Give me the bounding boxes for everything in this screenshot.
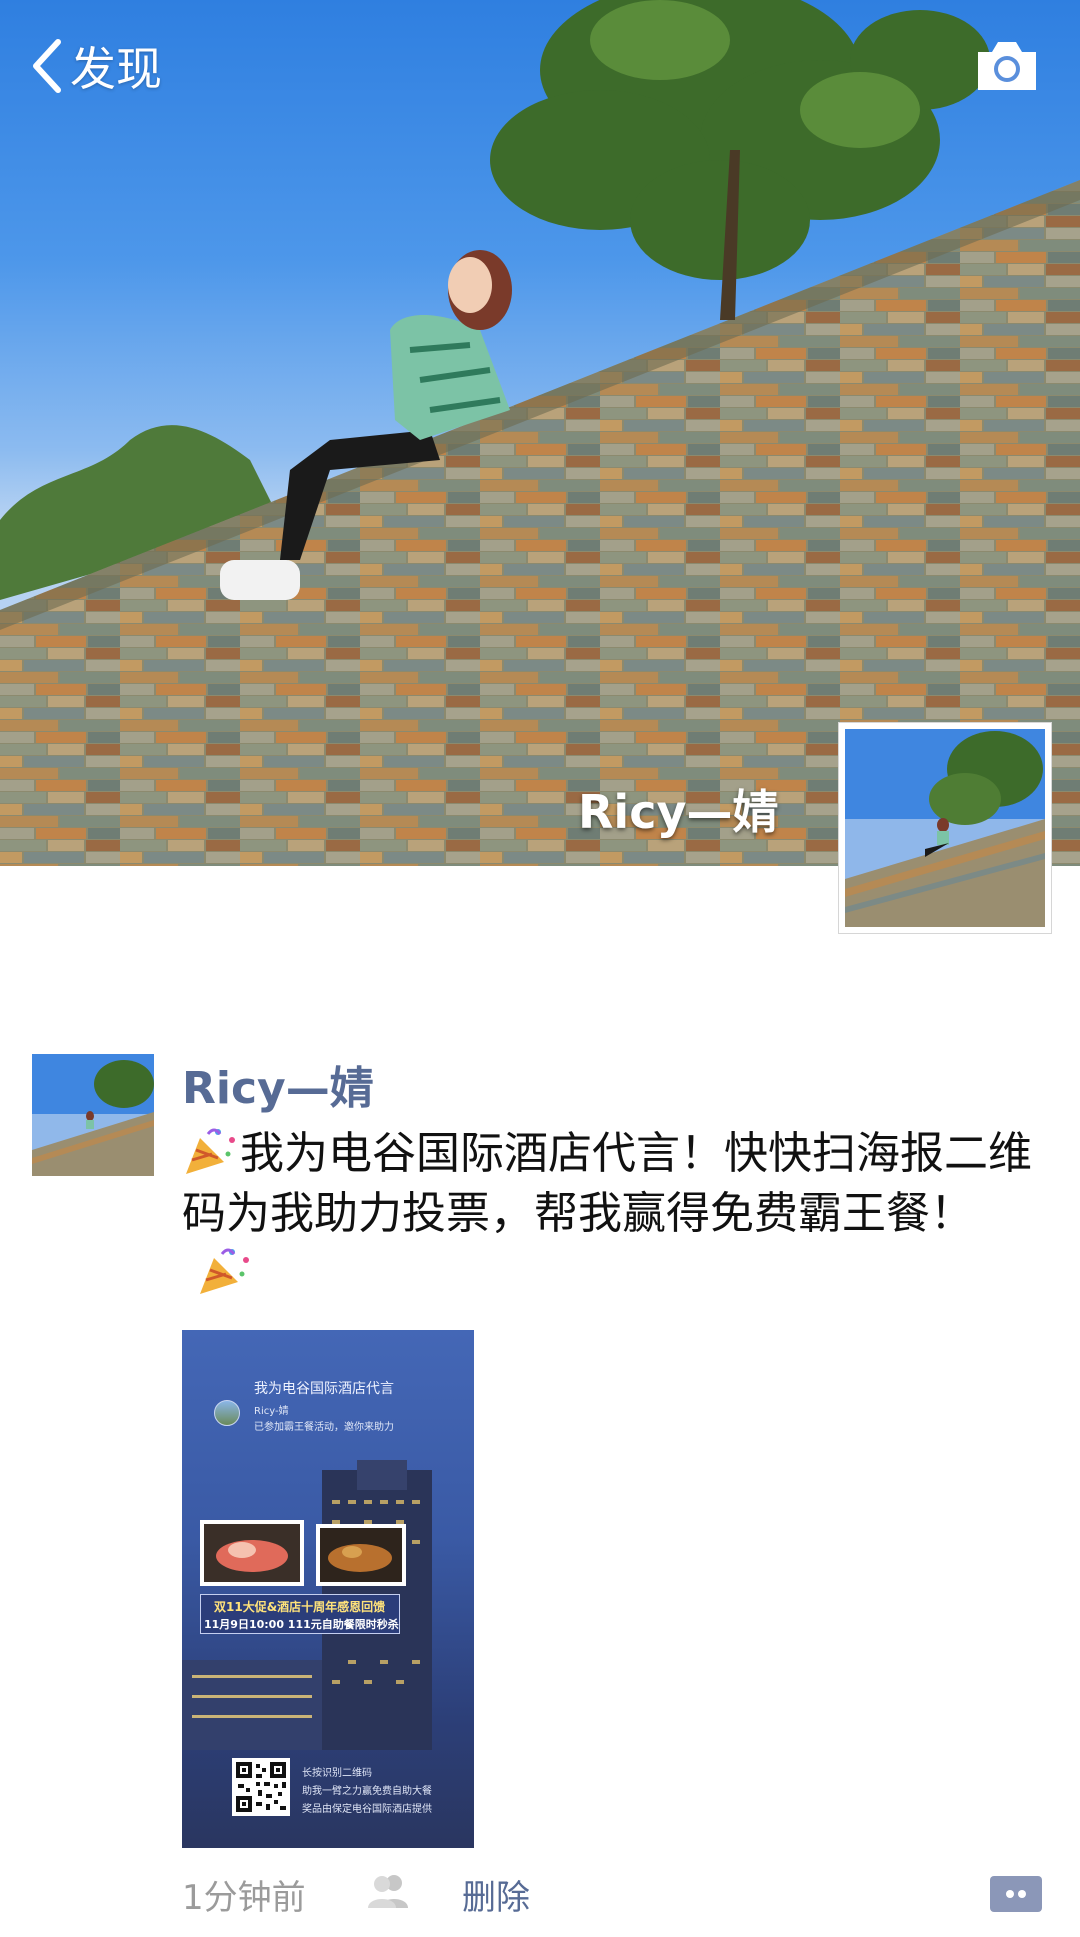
poster-avatar [214, 1400, 240, 1426]
friends-icon[interactable] [364, 1872, 412, 1910]
poster-promo-line2: 11月9日10:00 111元自助餐限时秒杀 [204, 1618, 399, 1631]
post-avatar[interactable] [32, 1054, 154, 1176]
post-image[interactable]: 我为电谷国际酒店代言 Ricy-婧 已参加霸王餐活动，邀你来助力 双11大促&酒… [182, 1330, 474, 1848]
poster-subtitle: 已参加霸王餐活动，邀你来助力 [254, 1422, 394, 1433]
post-text: 我为电谷国际酒店代言！快快扫海报二维码为我助力投票，帮我赢得免费霸王餐！ [182, 1124, 1042, 1304]
poster-title: 我为电谷国际酒店代言 [254, 1381, 394, 1397]
profile-avatar[interactable] [838, 722, 1052, 934]
comment-icon[interactable] [990, 1876, 1042, 1912]
poster-qr-line2: 助我一臂之力赢免费自助大餐 [302, 1786, 432, 1797]
back-button[interactable]: 发现 [28, 34, 162, 98]
poster-qr-line1: 长按识别二维码 [302, 1768, 372, 1779]
poster-qr-line3: 奖品由保定电谷国际酒店提供 [302, 1804, 432, 1815]
party-popper-icon [186, 1128, 235, 1174]
party-popper-icon [200, 1248, 249, 1294]
post-author[interactable]: Ricy—婧 [182, 1052, 374, 1116]
qr-code-icon [232, 1758, 290, 1816]
chevron-left-icon [33, 39, 61, 93]
post-timestamp: 1分钟前 [182, 1878, 306, 1918]
avatar-image [845, 729, 1045, 927]
cover-name: Ricy—婧 [578, 785, 779, 839]
camera-icon[interactable] [974, 36, 1040, 94]
poster-user: Ricy-婧 [254, 1406, 289, 1417]
avatar-image [32, 1054, 154, 1176]
delete-button[interactable]: 删除 [462, 1870, 530, 1919]
post-text-body: 我为电谷国际酒店代言！快快扫海报二维码为我助力投票，帮我赢得免费霸王餐！ [182, 1128, 1032, 1239]
poster-promo-line1: 双11大促&酒店十周年感恩回馈 [214, 1600, 386, 1614]
back-label: 发现 [70, 42, 162, 96]
